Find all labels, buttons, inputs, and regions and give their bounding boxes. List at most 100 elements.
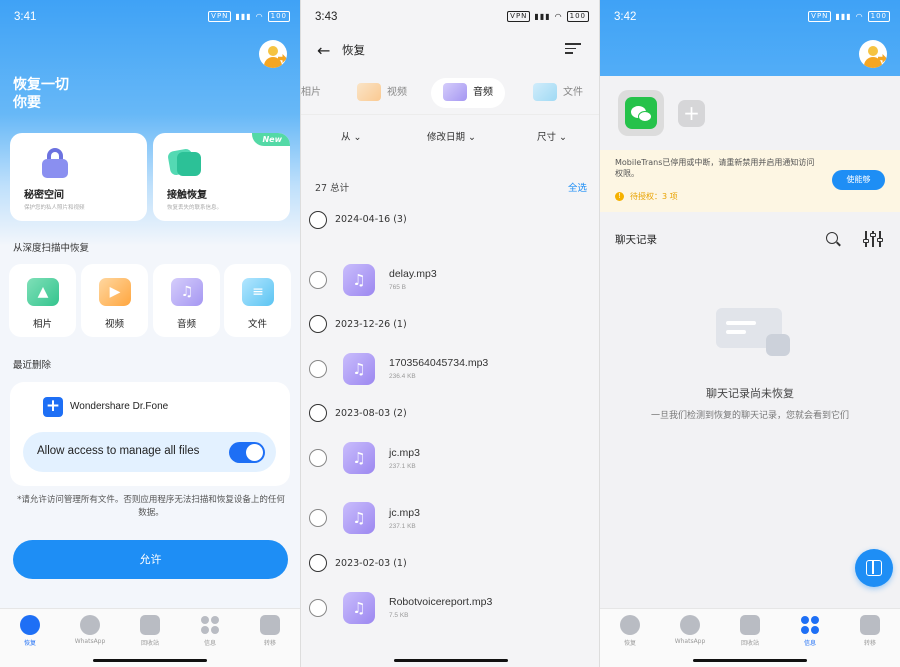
lock-icon: [40, 148, 70, 178]
file-checkbox[interactable]: [309, 449, 327, 467]
tab-recover[interactable]: 恢复: [0, 615, 60, 647]
status-time: 3:43: [315, 11, 338, 23]
trash-icon: [140, 615, 160, 635]
group-checkbox[interactable]: [309, 404, 327, 422]
profile-avatar[interactable]: [859, 40, 887, 68]
group-date: 2023-02-03 (1): [335, 558, 407, 569]
home-indicator: [693, 659, 807, 662]
recover-home-screen: 3:41 VPN ▮▮▮ ◠ 100 恢复一切 你要 秘密空间 保护您的私人照片…: [0, 0, 300, 667]
file-checkbox[interactable]: [309, 599, 327, 617]
tab-files-label: 文件: [563, 87, 583, 98]
tile-photos-label: 相片: [32, 319, 52, 330]
file-checkbox[interactable]: [309, 360, 327, 378]
group-checkbox[interactable]: [309, 211, 327, 229]
signal-icon: ▮▮▮: [235, 12, 252, 21]
tile-files[interactable]: ≡ 文件: [224, 264, 291, 337]
transfer-icon: [260, 615, 280, 635]
tab-photos[interactable]: 相片: [301, 78, 321, 108]
trash-icon: [740, 615, 760, 635]
file-checkbox[interactable]: [309, 271, 327, 289]
document-icon: ≡: [242, 278, 274, 306]
allow-access-toggle[interactable]: [229, 442, 265, 463]
vpn-icon: VPN: [208, 11, 232, 22]
sort-bar: 从 ⌄ 修改日期 ⌄ 尺寸 ⌄: [301, 114, 599, 156]
tab-recover-label: 恢复: [623, 640, 636, 647]
group-date: 2024-04-16 (3): [335, 214, 407, 225]
allow-access-label: Allow access to manage all files: [37, 445, 200, 457]
contact-recovery-subtitle: 恢复丢失的联系信息。: [167, 205, 223, 211]
video-icon: [357, 83, 381, 101]
file-list: 27 总计 全选 2024-04-16 (3) ♫ delay.mp3 765 …: [301, 158, 599, 658]
clock-icon: [620, 615, 640, 635]
pending-text: 待授权：3 项: [630, 192, 678, 201]
permission-card: + Wondershare Dr.Fone Allow access to ma…: [10, 382, 290, 486]
audio-file-icon: ♫: [343, 592, 375, 624]
document-icon: [533, 83, 557, 101]
tab-whatsapp-label: WhatsApp: [74, 638, 106, 645]
tab-audio[interactable]: 音频: [431, 78, 505, 108]
file-size: 236.4 KB: [389, 373, 416, 380]
app-selector: +: [600, 76, 900, 150]
tab-videos[interactable]: 视频: [357, 78, 407, 108]
tab-whatsapp[interactable]: WhatsApp: [60, 615, 120, 645]
vpn-icon: VPN: [808, 11, 832, 22]
status-icons: VPN ▮▮▮ ◠ 100: [507, 11, 589, 22]
file-name: jc.mp3: [389, 507, 420, 519]
tab-recycle-bin[interactable]: 回收站: [120, 615, 180, 647]
settings-sliders-icon[interactable]: [862, 231, 883, 247]
tab-transfer-label: 转移: [263, 640, 276, 647]
select-all-link[interactable]: 全选: [568, 180, 587, 194]
hero-title: 恢复一切 你要: [13, 76, 69, 112]
allow-access-row[interactable]: Allow access to manage all files: [23, 432, 276, 472]
signal-icon: ▮▮▮: [835, 12, 852, 21]
tab-transfer[interactable]: 转移: [840, 615, 900, 647]
tab-messages[interactable]: 信息: [180, 615, 240, 647]
tab-recycle-bin[interactable]: 回收站: [720, 615, 780, 647]
tile-videos[interactable]: ▶ 视频: [81, 264, 148, 337]
chat-history-title: 聊天记录: [615, 234, 657, 246]
file-size: 765 B: [389, 284, 406, 291]
search-icon[interactable]: [826, 232, 838, 244]
book-icon: [866, 560, 882, 576]
filter-list-icon[interactable]: [565, 43, 581, 57]
tab-files[interactable]: 文件: [533, 78, 583, 108]
chevron-down-icon: ⌄: [559, 132, 568, 143]
enable-button[interactable]: 使能够: [832, 170, 885, 190]
app-name: Wondershare Dr.Fone: [70, 401, 169, 412]
add-app-icon[interactable]: +: [678, 100, 705, 127]
allow-button[interactable]: 允许: [13, 540, 288, 579]
battery-icon: 100: [267, 11, 290, 22]
group-checkbox[interactable]: [309, 554, 327, 572]
file-checkbox[interactable]: [309, 509, 327, 527]
empty-state-subtitle: 一旦我们检测到恢复的聊天记录，您就会看到它们: [650, 411, 849, 421]
deep-scan-heading: 从深度扫描中恢复: [13, 243, 90, 254]
signal-icon: ▮▮▮: [534, 12, 551, 21]
profile-avatar[interactable]: [259, 40, 287, 68]
tab-messages[interactable]: 信息: [780, 615, 840, 647]
tile-audio[interactable]: ♫ 音频: [153, 264, 220, 337]
sort-from-label: 从: [341, 132, 351, 143]
file-size: 237.1 KB: [389, 523, 416, 530]
back-arrow-icon[interactable]: ←: [317, 41, 330, 60]
tab-recover[interactable]: 恢复: [600, 615, 660, 647]
sort-size[interactable]: 尺寸 ⌄: [537, 129, 567, 143]
tile-photos[interactable]: ▲ 相片: [9, 264, 76, 337]
status-icons: VPN ▮▮▮ ◠ 100: [208, 11, 290, 22]
tab-recover-label: 恢复: [23, 640, 36, 647]
status-time: 3:41: [14, 11, 37, 23]
tab-transfer[interactable]: 转移: [240, 615, 300, 647]
contact-recovery-label: 接触恢复: [167, 190, 207, 201]
contact-recovery-card[interactable]: New 接触恢复 恢复丢失的联系信息。: [153, 133, 290, 221]
tab-photos-label: 相片: [301, 87, 321, 98]
group-checkbox[interactable]: [309, 315, 327, 333]
sort-from[interactable]: 从 ⌄: [341, 129, 362, 143]
battery-icon: 100: [867, 11, 890, 22]
sort-modified-date[interactable]: 修改日期 ⌄: [427, 129, 476, 143]
wechat-app-icon[interactable]: [618, 90, 664, 136]
notification-warning-banner: MobileTrans已停用或中断，请重新禁用并启用通知访问权限。 ! 待授权：3…: [600, 150, 900, 212]
guide-button[interactable]: [855, 549, 893, 587]
tab-whatsapp[interactable]: WhatsApp: [660, 615, 720, 645]
group-date: 2023-08-03 (2): [335, 408, 407, 419]
secret-space-card[interactable]: 秘密空间 保护您的私人照片和视频: [10, 133, 147, 221]
total-count: 27 总计: [315, 183, 350, 194]
